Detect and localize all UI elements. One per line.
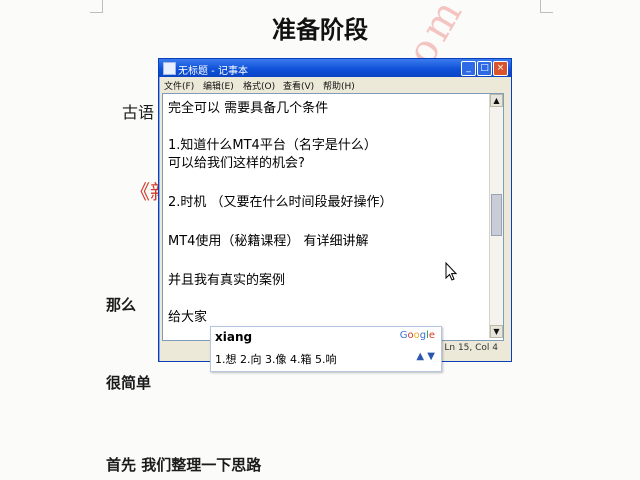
page-title: 准备阶段	[272, 15, 368, 44]
ime-nav: ▲ ▼	[416, 351, 435, 362]
menu-format[interactable]: 格式(O)	[243, 79, 275, 92]
notepad-text-area[interactable]: 完全可以 需要具备几个条件 1.知道什么MT4平台（名字是什么） 可以给我们这样…	[162, 93, 504, 341]
ime-candidates[interactable]: 1.想 2.向 3.像 4.箱 5.响	[215, 351, 336, 367]
minimize-button[interactable]: _	[461, 61, 476, 76]
text-line: 给大家	[168, 310, 208, 325]
menu-file[interactable]: 文件(F)	[164, 79, 194, 92]
google-logo-icon: Google	[399, 330, 435, 341]
close-button[interactable]: ×	[493, 61, 508, 76]
notepad-window[interactable]: 无标题 - 记事本 _ □ × 文件(F) 编辑(E) 格式(O) 查看(V) …	[158, 58, 512, 362]
menu-edit[interactable]: 编辑(E)	[203, 79, 234, 92]
text-line: 完全可以 需要具备几个条件	[168, 101, 329, 116]
doc-text-first: 首先 我们整理一下思路	[106, 456, 262, 474]
mouse-cursor-icon	[445, 262, 457, 281]
vertical-scrollbar[interactable]: ▲ ▼	[489, 94, 503, 338]
ime-next-icon[interactable]: ▼	[427, 351, 435, 362]
notepad-icon	[163, 62, 176, 75]
notepad-title: 无标题 - 记事本	[178, 66, 248, 77]
menu-view[interactable]: 查看(V)	[283, 79, 314, 92]
scrollbar-thumb[interactable]	[491, 194, 502, 236]
text-line: 并且我有真实的案例	[168, 273, 286, 288]
doc-text-guyu: 古语	[122, 103, 155, 122]
maximize-button[interactable]: □	[477, 61, 492, 76]
text-line: 可以给我们这样的机会?	[168, 156, 305, 171]
text-line: 1.知道什么MT4平台（名字是什么）	[168, 138, 377, 153]
doc-text-simple: 很简单	[106, 374, 152, 392]
menu-help[interactable]: 帮助(H)	[323, 79, 355, 92]
notepad-titlebar[interactable]: 无标题 - 记事本 _ □ ×	[159, 59, 511, 77]
notepad-menubar: 文件(F) 编辑(E) 格式(O) 查看(V) 帮助(H)	[161, 77, 509, 92]
doc-text-name: 那么	[106, 296, 137, 314]
ime-candidate-popup[interactable]: xiang Google 1.想 2.向 3.像 4.箱 5.响 ▲ ▼	[210, 326, 442, 372]
scroll-down-icon[interactable]: ▼	[490, 325, 503, 338]
text-line: MT4使用（秘籍课程） 有详细讲解	[168, 234, 369, 249]
ime-prev-icon[interactable]: ▲	[416, 351, 424, 362]
cursor-position: Ln 15, Col 4	[444, 343, 498, 353]
scroll-up-icon[interactable]: ▲	[490, 94, 503, 107]
ime-composition: xiang	[215, 330, 253, 344]
text-line: 2.时机 （又要在什么时间段最好操作）	[168, 195, 393, 210]
